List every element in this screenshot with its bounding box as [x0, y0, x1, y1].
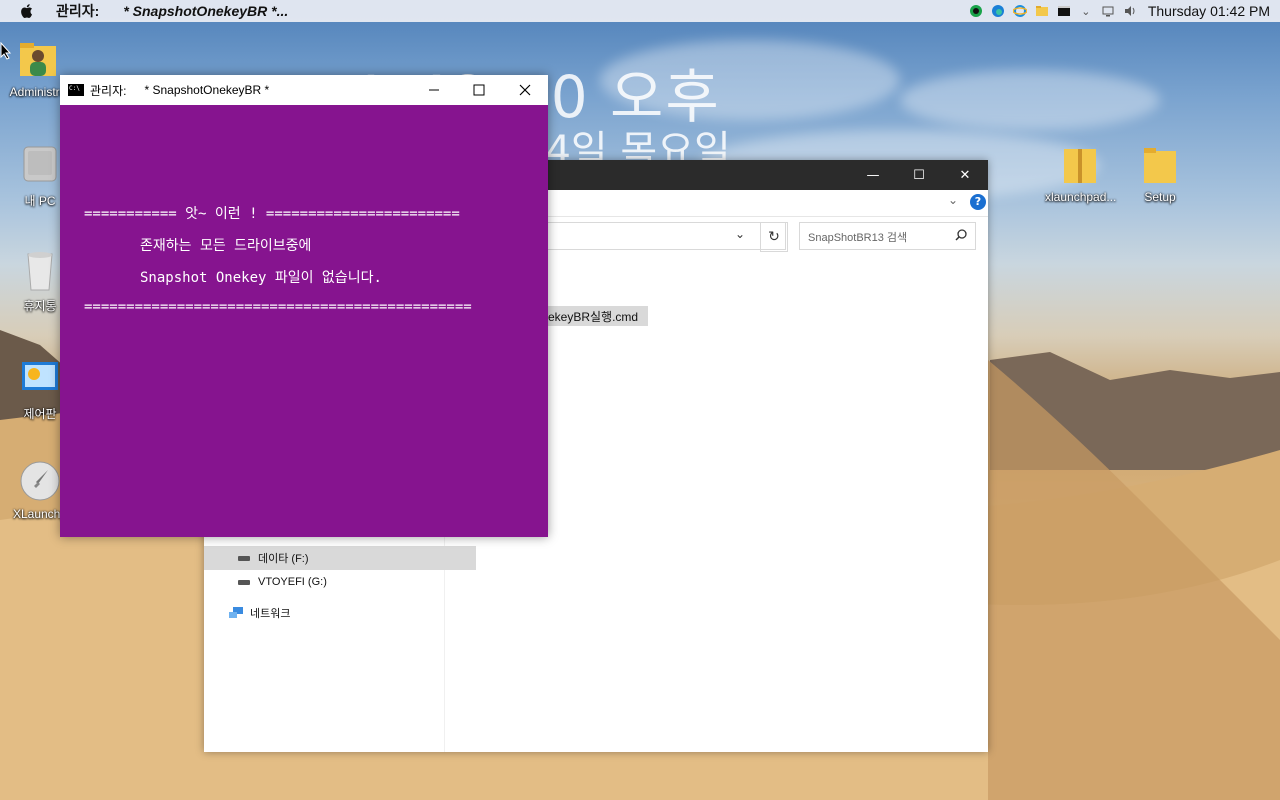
ie-icon[interactable] — [1012, 3, 1028, 19]
cmd-icon[interactable] — [1056, 3, 1072, 19]
nav-item-network[interactable]: 네트워크 — [204, 601, 466, 625]
trash-icon — [27, 252, 53, 291]
app-tray-icon[interactable] — [968, 3, 984, 19]
cmd-close-button[interactable] — [502, 75, 548, 105]
nav-item-drive-f[interactable]: 데이타 (F:) — [204, 546, 476, 570]
file-item-selected[interactable]: ekeyBR실행.cmd — [542, 306, 648, 326]
desktop-icon-label: Setup — [1144, 190, 1176, 204]
search-placeholder: SnapShotBR13 검색 — [808, 232, 908, 244]
cmd-minimize-button[interactable] — [411, 75, 457, 105]
menubar-clock[interactable]: Thursday 01:42 PM — [1148, 3, 1270, 19]
desktop-icon-label: xlaunchpad... — [1045, 190, 1117, 204]
menubar-window-title[interactable]: * SnapshotOnekeyBR *... — [123, 3, 288, 19]
cmd-title-prefix: 관리자: — [90, 83, 127, 98]
console-line: ========================================… — [84, 299, 472, 315]
cmd-maximize-button[interactable] — [456, 75, 502, 105]
desktop-icon-xlaunchpad-zip[interactable]: xlaunchpad... — [1045, 143, 1117, 204]
edge-icon[interactable] — [990, 3, 1006, 19]
mouse-cursor-icon — [0, 42, 12, 60]
cmd-window[interactable]: 관리자: * SnapshotOnekeyBR * =========== 앗~… — [60, 75, 548, 537]
desktop-icon-setup[interactable]: Setup — [1125, 143, 1195, 204]
menu-bar: 관리자: * SnapshotOnekeyBR *... ⌄ Thursday … — [0, 0, 1280, 22]
control-panel-icon — [22, 362, 58, 390]
menubar-app-name[interactable]: 관리자: — [56, 1, 99, 21]
cmd-icon — [68, 84, 84, 96]
drive-icon — [238, 555, 250, 561]
network-icon[interactable] — [1100, 3, 1116, 19]
console-line: 존재하는 모든 드라이브중에 — [140, 238, 312, 254]
search-icon[interactable] — [955, 229, 967, 241]
refresh-button[interactable]: ↻ — [760, 222, 788, 252]
computer-icon — [23, 146, 57, 182]
user-folder-icon — [20, 43, 56, 76]
nav-item-label: VTOYEFI (G:) — [258, 576, 327, 588]
help-icon[interactable]: ? — [970, 194, 986, 210]
minimize-button[interactable]: — — [850, 160, 896, 190]
console-line: Snapshot Onekey 파일이 없습니다. — [140, 270, 382, 286]
network-icon — [229, 607, 243, 618]
system-tray: ⌄ Thursday 01:42 PM — [968, 0, 1280, 22]
explorer-icon[interactable] — [1034, 3, 1050, 19]
search-input[interactable]: SnapShotBR13 검색 — [799, 222, 976, 250]
volume-icon[interactable] — [1122, 3, 1138, 19]
nav-item-label: 네트워크 — [250, 608, 291, 620]
console-output[interactable]: =========== 앗~ 이런 ! ====================… — [60, 105, 548, 537]
ribbon-expand-icon[interactable]: ⌄ — [948, 193, 958, 207]
zip-folder-icon — [1064, 149, 1096, 183]
rocket-icon — [20, 461, 60, 501]
apple-icon[interactable] — [18, 2, 36, 20]
chevron-down-icon[interactable]: ⌄ — [1078, 3, 1094, 19]
cmd-titlebar[interactable]: 관리자: * SnapshotOnekeyBR * — [60, 75, 548, 105]
drive-icon — [238, 579, 250, 585]
console-line: =========== 앗~ 이런 ! ====================… — [84, 206, 460, 222]
nav-item-drive-g[interactable]: VTOYEFI (G:) — [204, 570, 476, 594]
address-bar[interactable]: ⌄ — [534, 222, 786, 250]
maximize-button[interactable]: ☐ — [896, 160, 942, 190]
close-button[interactable]: ✕ — [942, 160, 988, 190]
nav-item-label: 데이타 (F:) — [258, 553, 309, 565]
folder-icon — [1144, 148, 1176, 183]
cmd-title: * SnapshotOnekeyBR * — [144, 83, 270, 97]
address-dropdown-icon[interactable]: ⌄ — [735, 227, 745, 241]
